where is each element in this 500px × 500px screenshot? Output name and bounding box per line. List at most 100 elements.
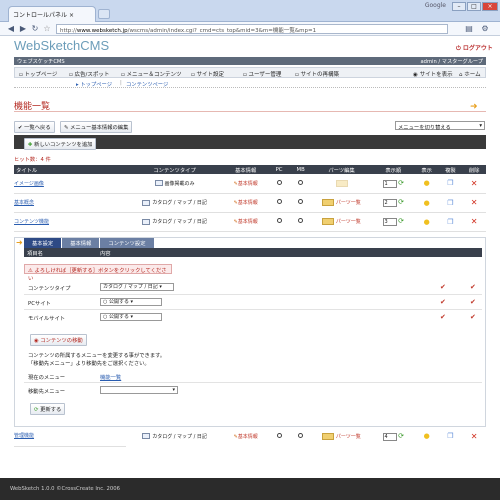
row-title-link[interactable]: 基本概念 [14, 200, 34, 206]
check-icon: ✔ [470, 298, 476, 306]
delete-icon[interactable]: ✕ [471, 179, 478, 188]
page-menu-icon[interactable]: ▤ [464, 24, 474, 34]
info-link[interactable]: 基本情報 [238, 200, 258, 206]
copy-icon[interactable]: ❐ [447, 218, 453, 226]
refresh-icon[interactable]: ⟳ [398, 179, 404, 187]
forward-arrow-icon[interactable]: ▶ [18, 24, 28, 34]
footer: WebSketch 1.0.0 ©CrossCreate Inc. 2006 [0, 478, 500, 500]
app-logo: WebSketchCMS [14, 38, 110, 53]
breadcrumb: ▸ トップページ | コンテンツページ [14, 79, 486, 88]
copy-icon[interactable]: ❐ [447, 199, 453, 207]
reload-icon[interactable]: ↻ [30, 24, 40, 34]
bulb-icon[interactable]: ● [424, 432, 430, 440]
bulb-icon[interactable]: ● [424, 218, 430, 226]
refresh-icon[interactable]: ⟳ [398, 432, 404, 440]
content-table: タイトル コンテンツタイプ 基本情報 PC MB パーツ編集 表示順 表示 複製… [14, 165, 486, 232]
tab-basic-settings[interactable]: 基本設定 [24, 238, 62, 248]
pc-radio[interactable] [276, 432, 282, 438]
update-button[interactable]: ⟳ 更新する [30, 403, 66, 415]
order-input[interactable]: 2 [382, 199, 397, 207]
menu-switch-select[interactable]: メニューを切り替える ▾ [395, 121, 485, 131]
close-icon[interactable]: × [69, 12, 74, 19]
info-link[interactable]: 基本情報 [238, 434, 258, 440]
back-arrow-icon[interactable]: ◀ [6, 24, 16, 34]
menu-item-user-admin[interactable]: ▫ ユーザー管理 [243, 70, 281, 78]
move-description: コンテンツの所属するメニューを変更する事ができます。 [28, 353, 166, 359]
new-tab-button[interactable] [98, 9, 110, 19]
wrench-icon[interactable]: ⚙ [480, 24, 490, 34]
col-info: 基本情報 [223, 165, 269, 174]
tab-basic-info[interactable]: 基本情報 [62, 238, 100, 248]
parts-link[interactable]: パーツ一覧 [336, 200, 361, 206]
dest-menu-select[interactable]: ▾ [100, 386, 178, 394]
close-window-button[interactable]: × [482, 2, 498, 11]
add-content-button[interactable]: ✚ 新しいコンテンツを追加 [24, 138, 97, 150]
current-menu-value[interactable]: 機能一覧 [100, 373, 121, 381]
delete-icon[interactable]: ✕ [471, 432, 478, 441]
mb-radio[interactable] [298, 199, 304, 204]
move-content-button[interactable]: ◉ コンテンツの移動 [30, 334, 87, 346]
site-name: ウェブスケッチCMS [17, 59, 65, 65]
edit-menu-info-button[interactable]: ✎ メニュー基本情報の編集 [60, 121, 133, 133]
folder-icon [335, 179, 348, 187]
pc-site-select[interactable]: ○ 公開する ▾ [100, 298, 162, 306]
catalog-type-icon [142, 199, 151, 206]
address-bar[interactable]: http://www.websketch.jp/wscms/admin/inde… [56, 24, 448, 34]
pc-radio[interactable] [276, 179, 282, 185]
menu-item-site-settings[interactable]: ▫ サイト設定 [191, 70, 224, 78]
row-title-link[interactable]: 管理機能 [14, 433, 34, 439]
menu-item-rebuild[interactable]: ▫ サイトの再構築 [295, 70, 339, 78]
refresh-icon[interactable]: ⟳ [398, 217, 404, 225]
copy-icon[interactable]: ❐ [447, 432, 453, 440]
menu-item-top[interactable]: ▫ トップページ [19, 70, 57, 78]
refresh-icon[interactable]: ⟳ [398, 198, 404, 206]
edit-tabs: 基本設定 基本情報 コンテンツ設定 [24, 238, 155, 248]
breadcrumb-content[interactable]: コンテンツページ [126, 80, 168, 88]
maximize-button[interactable]: □ [467, 2, 481, 11]
info-link[interactable]: 基本情報 [238, 181, 258, 187]
pc-radio[interactable] [276, 199, 282, 204]
col-display: 表示 [414, 165, 439, 174]
col-content: 内容 [100, 251, 111, 257]
col-order: 表示順 [371, 165, 415, 174]
menu-item-ads[interactable]: ▫ 広告/スポット [69, 70, 109, 78]
parts-link[interactable]: パーツ一覧 [336, 434, 361, 440]
row-title-link[interactable]: イメージ画像 [14, 181, 44, 187]
col-type: コンテンツタイプ [126, 165, 224, 174]
pc-radio[interactable] [276, 218, 282, 223]
bulb-icon[interactable]: ● [424, 179, 430, 187]
site-bar: ウェブスケッチCMS admin / マスターグループ [14, 57, 486, 65]
mb-radio[interactable] [298, 179, 304, 185]
breadcrumb-top[interactable]: ▸ トップページ [76, 80, 112, 88]
mb-radio[interactable] [298, 432, 304, 438]
delete-icon[interactable]: ✕ [471, 198, 478, 207]
star-icon[interactable]: ☆ [42, 24, 52, 34]
warning-icon: ⚠ [28, 268, 33, 274]
back-to-list-button[interactable]: ✔ 一覧へ戻る [14, 121, 55, 133]
folder-icon [322, 218, 335, 225]
logout-link[interactable]: ⏻ ログアウト [456, 43, 493, 53]
copy-icon[interactable]: ❐ [447, 179, 453, 187]
current-menu-label: 現在のメニュー [28, 375, 66, 381]
view-site-link[interactable]: ◉ サイトを表示 [413, 70, 453, 78]
table-row: 管理機能 カタログ / マップ / 日記 ✎基本情報 パーツ一覧 4 ⟳ ● ❐… [14, 426, 486, 447]
order-input[interactable]: 3 [382, 218, 397, 226]
dest-menu-label: 移動先メニュー [28, 389, 66, 395]
tab-content-settings[interactable]: コンテンツ設定 [100, 238, 154, 248]
mobile-site-select[interactable]: ○ 公開する ▾ [100, 313, 162, 321]
content-type-select[interactable]: カタログ / マップ / 日記 ▾ [100, 283, 174, 291]
browser-tab[interactable]: コントロールパネル × [8, 6, 96, 22]
order-input[interactable]: 4 [382, 432, 397, 441]
row-title-link[interactable]: コンテンツ機能 [14, 219, 49, 225]
bulb-icon[interactable]: ● [424, 199, 430, 207]
home-link[interactable]: ⌂ ホーム [459, 70, 481, 78]
footer-text: WebSketch 1.0.0 ©CrossCreate Inc. 2006 [10, 486, 121, 492]
menu-item-menu-contents[interactable]: ▫ メニュー＆コンテンツ [121, 70, 182, 78]
minimize-button[interactable]: – [452, 2, 466, 11]
field-label: PCサイト [28, 301, 51, 307]
delete-icon[interactable]: ✕ [471, 217, 478, 226]
parts-link[interactable]: パーツ一覧 [336, 219, 361, 225]
info-link[interactable]: 基本情報 [238, 219, 258, 225]
order-input[interactable]: 1 [382, 179, 397, 188]
mb-radio[interactable] [298, 218, 304, 223]
